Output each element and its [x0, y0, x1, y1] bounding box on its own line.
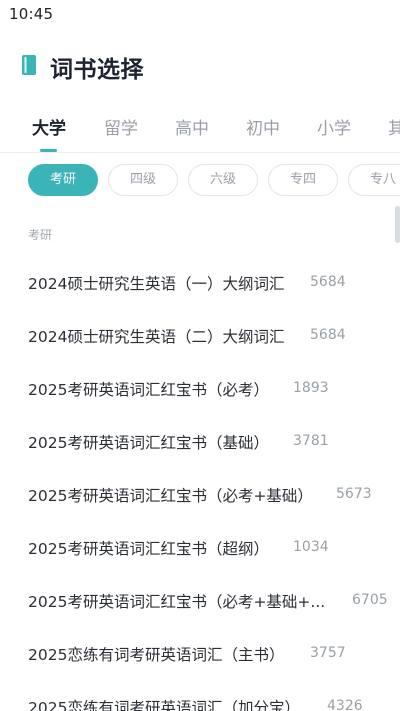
status-time: 10:45 — [9, 5, 54, 23]
chip-kaoyan[interactable]: 考研 — [28, 164, 98, 196]
book-name: 2024硕士研究生英语（一）大纲词汇 — [28, 275, 285, 293]
word-book-selection-screen: 10:45 词书选择 大学 留学 高中 初中 小学 其 考研 四级 六级 专四 … — [0, 0, 400, 711]
chip-tem8[interactable]: 专八 — [348, 164, 400, 196]
word-count: 5684 — [310, 327, 346, 343]
scrollbar[interactable] — [395, 206, 400, 243]
list-item[interactable]: 2025考研英语词汇红宝书（必考+基础+... 6705 — [0, 574, 400, 627]
tabs-divider — [0, 152, 400, 153]
level-tabs: 大学 留学 高中 初中 小学 其 — [0, 106, 400, 152]
book-name: 2024硕士研究生英语（二）大纲词汇 — [28, 328, 285, 346]
list-item[interactable]: 2025考研英语词汇红宝书（必考） 1893 — [0, 362, 400, 415]
list-item[interactable]: 2025考研英语词汇红宝书（超纲） 1034 — [0, 521, 400, 574]
tab-university[interactable]: 大学 — [32, 114, 66, 139]
list-item[interactable]: 2025考研英语词汇红宝书（基础） 3781 — [0, 415, 400, 468]
tab-study-abroad[interactable]: 留学 — [104, 114, 138, 139]
word-count: 5673 — [336, 486, 372, 502]
book-name: 2025恋练有词考研英语词汇（加分宝） — [28, 699, 300, 711]
chip-cet4[interactable]: 四级 — [108, 164, 178, 196]
header: 词书选择 — [0, 44, 400, 88]
book-name: 2025考研英语词汇红宝书（必考） — [28, 381, 269, 399]
book-name: 2025考研英语词汇红宝书（超纲） — [28, 540, 269, 558]
list-item[interactable]: 2024硕士研究生英语（一）大纲词汇 5684 — [0, 256, 400, 309]
status-bar: 10:45 — [0, 0, 400, 30]
book-name: 2025考研英语词汇红宝书（必考+基础+... — [28, 593, 326, 611]
exam-chips: 考研 四级 六级 专四 专八 — [0, 164, 400, 196]
list-item[interactable]: 2024硕士研究生英语（二）大纲词汇 5684 — [0, 309, 400, 362]
word-count: 1034 — [293, 539, 329, 555]
tab-primary-school[interactable]: 小学 — [317, 114, 351, 139]
word-count: 1893 — [293, 380, 329, 396]
word-count: 3757 — [310, 645, 346, 661]
word-count: 6705 — [352, 592, 388, 608]
section-label: 考研 — [28, 228, 53, 242]
chip-cet6[interactable]: 六级 — [188, 164, 258, 196]
tab-middle-school[interactable]: 初中 — [246, 114, 280, 139]
word-count: 5684 — [310, 274, 346, 290]
word-count: 3781 — [293, 433, 329, 449]
book-name: 2025考研英语词汇红宝书（必考+基础） — [28, 487, 313, 505]
list-item[interactable]: 2025恋练有词考研英语词汇（加分宝） 4326 — [0, 680, 400, 711]
list-item[interactable]: 2025恋练有词考研英语词汇（主书） 3757 — [0, 627, 400, 680]
book-name: 2025恋练有词考研英语词汇（主书） — [28, 646, 285, 664]
book-name: 2025考研英语词汇红宝书（基础） — [28, 434, 269, 452]
word-count: 4326 — [327, 698, 363, 711]
book-icon — [22, 55, 36, 75]
chip-tem4[interactable]: 专四 — [268, 164, 338, 196]
list-item[interactable]: 2025考研英语词汇红宝书（必考+基础） 5673 — [0, 468, 400, 521]
page-title: 词书选择 — [50, 57, 144, 83]
tab-other[interactable]: 其 — [388, 114, 400, 139]
tab-high-school[interactable]: 高中 — [175, 114, 209, 139]
